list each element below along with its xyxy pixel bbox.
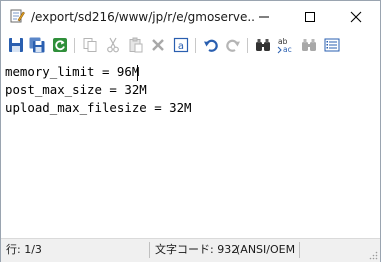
maximize-button[interactable] — [287, 1, 333, 32]
text-editor[interactable]: memory_limit = 96M post_max_size = 32M u… — [1, 59, 380, 237]
svg-text:a: a — [178, 41, 184, 52]
find-in-files-button[interactable] — [300, 36, 318, 54]
outline-button[interactable] — [323, 36, 341, 54]
status-bar: 行: 1/3 文字コード: 932 (ANSI/OEM — [1, 238, 380, 262]
toolbar-separator — [247, 38, 248, 53]
scissors-icon — [107, 37, 119, 53]
text-caret — [137, 65, 138, 81]
line-position: 行: 1/3 — [6, 243, 42, 256]
save-icon — [9, 38, 23, 52]
save-all-button[interactable] — [28, 36, 46, 54]
close-button[interactable] — [333, 1, 379, 32]
toolbar: a ab ac — [1, 32, 380, 59]
window-title: /export/sd216/www/jp/r/e/gmoserve... — [31, 10, 256, 24]
find-button[interactable] — [254, 36, 272, 54]
toolbar-separator — [195, 38, 196, 53]
character-code: 文字コード: 932 — [155, 243, 239, 256]
title-bar[interactable]: /export/sd216/www/jp/r/e/gmoserve... — [1, 1, 380, 32]
minimize-button[interactable] — [241, 1, 287, 32]
status-divider — [149, 242, 150, 258]
undo-button[interactable] — [202, 36, 220, 54]
maximize-icon — [305, 11, 315, 22]
close-icon — [350, 11, 362, 22]
replace-button[interactable]: ab ac — [277, 36, 295, 54]
encoding-label: (ANSI/OEM — [236, 243, 296, 256]
minimize-icon — [259, 16, 269, 17]
editor-line-3[interactable]: upload_max_filesize = 32M — [5, 100, 192, 116]
binoculars-icon — [256, 39, 270, 51]
reload-icon — [53, 38, 67, 52]
outline-list-icon — [324, 38, 340, 52]
copy-icon — [83, 38, 97, 52]
select-all-icon: a — [173, 37, 189, 53]
svg-text:ac: ac — [283, 45, 292, 54]
paste-icon — [129, 37, 143, 53]
notepad-window: /export/sd216/www/jp/r/e/gmoserve... a a… — [0, 0, 381, 262]
redo-button[interactable] — [224, 36, 242, 54]
delete-icon — [152, 39, 164, 51]
status-divider — [299, 242, 300, 258]
editor-line-1[interactable]: memory_limit = 96M — [5, 64, 139, 80]
save-all-icon — [29, 37, 45, 53]
toolbar-separator — [74, 38, 75, 53]
paste-button[interactable] — [127, 36, 145, 54]
copy-button[interactable] — [81, 36, 99, 54]
cut-button[interactable] — [104, 36, 122, 54]
redo-icon — [226, 39, 240, 52]
replace-icon: ab ac — [277, 37, 292, 54]
select-all-button[interactable]: a — [172, 36, 190, 54]
save-button[interactable] — [7, 36, 25, 54]
undo-icon — [204, 39, 218, 52]
delete-button[interactable] — [149, 36, 167, 54]
reload-button[interactable] — [51, 36, 69, 54]
notepad-app-icon — [9, 8, 25, 24]
editor-line-2[interactable]: post_max_size = 32M — [5, 82, 147, 98]
resize-grip-icon[interactable] — [368, 250, 378, 260]
find-files-icon — [302, 39, 316, 51]
